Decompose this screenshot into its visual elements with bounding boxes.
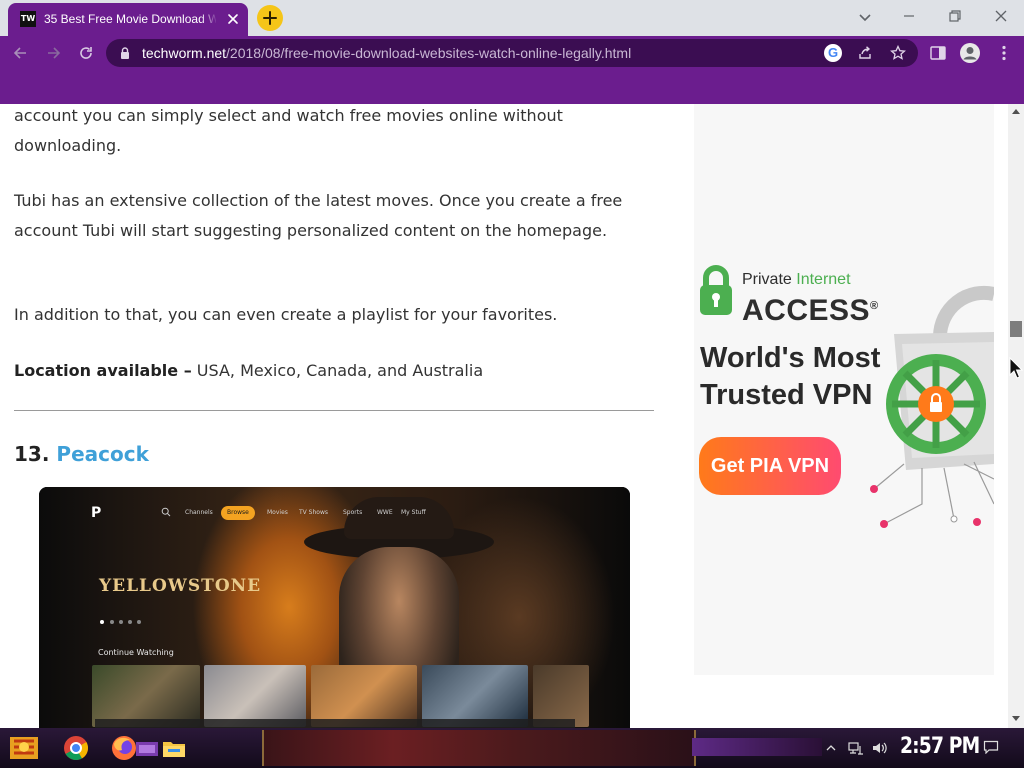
address-bar[interactable]: techworm.net/2018/08/free-movie-download… — [106, 39, 918, 67]
peacock-nav-tab: Channels — [185, 509, 213, 516]
section-number: 13. — [14, 442, 57, 466]
section-heading: 13. Peacock — [14, 439, 149, 469]
side-panel-icon[interactable] — [928, 43, 948, 63]
peacock-nav-tab: TV Shows — [299, 509, 328, 516]
location-value: USA, Mexico, Canada, and Australia — [191, 361, 484, 380]
article-paragraph: In addition to that, you can even create… — [14, 305, 558, 324]
url-path: /2018/08/free-movie-download-websites-wa… — [226, 45, 632, 61]
taskbar-clock[interactable]: 2:57 PM — [900, 734, 980, 759]
peacock-nav-tab: My Stuff — [401, 509, 426, 516]
peacock-nav-tab: Sports — [343, 509, 363, 516]
lock-icon[interactable] — [118, 46, 132, 60]
carousel-dot — [119, 620, 123, 624]
continue-watching-label: Continue Watching — [98, 648, 174, 657]
thumbnail — [204, 665, 306, 727]
location-label: Location available – — [14, 361, 192, 380]
scroll-down-arrow-icon[interactable] — [1012, 716, 1020, 721]
restore-window-icon[interactable] — [944, 6, 966, 26]
close-tab-icon[interactable] — [224, 10, 242, 28]
scroll-up-arrow-icon[interactable] — [1012, 109, 1020, 114]
kebab-menu-icon[interactable] — [994, 43, 1014, 63]
thumbnail — [533, 665, 589, 727]
bookmarks-bar — [0, 70, 1024, 104]
peacock-screenshot-image: P Channels Browse Movies TV Shows Sports… — [39, 487, 630, 728]
plus-icon — [263, 11, 277, 25]
taskbar-active-window[interactable] — [262, 730, 696, 766]
page-content: account you can simply select and watch … — [0, 104, 1008, 728]
pia-internet: Internet — [796, 271, 851, 288]
share-icon[interactable] — [857, 45, 873, 61]
padlock-wheel-graphic-icon — [870, 285, 994, 528]
new-tab-button[interactable] — [257, 5, 283, 31]
page-scrollbar[interactable] — [1008, 104, 1024, 728]
carousel-dot — [137, 620, 141, 624]
carousel-dot-active — [100, 620, 104, 624]
mouse-pointer-icon — [1009, 357, 1023, 379]
pia-brand-line1: Private Internet — [742, 271, 851, 289]
browser-tab-active[interactable]: TW 35 Best Free Movie Download W — [8, 3, 248, 36]
profile-avatar-icon[interactable] — [959, 42, 981, 64]
minimize-window-icon[interactable] — [898, 6, 920, 26]
section-divider — [14, 410, 654, 411]
article-paragraph: account you can simply select and watch … — [14, 106, 563, 155]
close-window-icon[interactable] — [990, 6, 1012, 26]
file-explorer-icon[interactable] — [160, 734, 188, 762]
peacock-nav-tab-active: Browse — [221, 506, 255, 520]
taskbar-theme-decoration — [692, 738, 822, 756]
pia-private: Private — [742, 271, 797, 288]
bookmark-star-icon[interactable] — [890, 45, 906, 61]
carousel-dots — [100, 620, 150, 626]
video-progress-bar — [95, 719, 575, 728]
windows-taskbar: 2:57 PM — [0, 728, 1024, 768]
start-menu-icon[interactable] — [8, 733, 40, 763]
volume-icon[interactable] — [871, 741, 887, 755]
browser-toolbar: techworm.net/2018/08/free-movie-download… — [0, 36, 1024, 70]
carousel-dot — [128, 620, 132, 624]
tab-strip: TW 35 Best Free Movie Download W — [0, 0, 1024, 36]
article-paragraph: Tubi has an extensive collection of the … — [14, 191, 623, 240]
get-pia-vpn-button[interactable]: Get PIA VPN — [699, 437, 841, 495]
network-icon[interactable] — [848, 741, 864, 755]
reload-icon[interactable] — [76, 43, 96, 63]
tab-title: 35 Best Free Movie Download W — [44, 12, 216, 26]
thumbnail — [92, 665, 200, 727]
google-lens-icon[interactable]: G — [824, 44, 842, 62]
url-host: techworm.net — [142, 45, 227, 61]
tab-title-fade — [200, 9, 218, 29]
peacock-link[interactable]: Peacock — [56, 442, 148, 466]
peacock-nav-tab: WWE — [377, 509, 393, 516]
show-title: YELLOWSTONE — [99, 576, 262, 596]
scrollbar-thumb[interactable] — [1010, 321, 1022, 337]
tab-search-chevron-down-icon[interactable] — [856, 8, 874, 26]
peacock-nav-tab: Movies — [267, 509, 288, 516]
back-arrow-icon[interactable] — [10, 43, 30, 63]
pia-lock-logo-icon — [700, 265, 732, 315]
search-icon — [161, 507, 171, 517]
notifications-icon[interactable] — [983, 740, 999, 754]
thumbnail — [311, 665, 417, 727]
url-text[interactable]: techworm.net/2018/08/free-movie-download… — [142, 45, 631, 61]
location-available: Location available – USA, Mexico, Canada… — [14, 356, 654, 386]
carousel-dot — [110, 620, 114, 624]
window-switcher-icon[interactable] — [134, 734, 160, 762]
thumbnail — [422, 665, 528, 727]
tray-chevron-up-icon[interactable] — [826, 741, 836, 755]
pia-vpn-ad[interactable]: Private Internet ACCESS® World's Most Tr… — [694, 104, 994, 675]
techworm-favicon-icon: TW — [20, 11, 36, 27]
chrome-icon[interactable] — [62, 734, 90, 762]
peacock-logo: P — [91, 505, 102, 521]
forward-arrow-icon[interactable] — [44, 43, 64, 63]
